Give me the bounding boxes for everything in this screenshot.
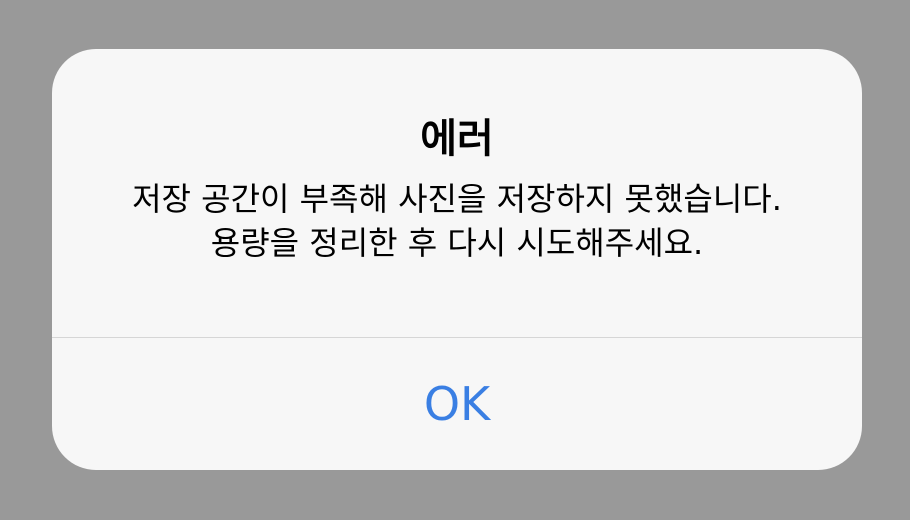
alert-body: 에러 저장 공간이 부족해 사진을 저장하지 못했습니다. 용량을 정리한 후 … xyxy=(52,49,862,337)
alert-dialog: 에러 저장 공간이 부족해 사진을 저장하지 못했습니다. 용량을 정리한 후 … xyxy=(52,49,862,470)
alert-message: 저장 공간이 부족해 사진을 저장하지 못했습니다. 용량을 정리한 후 다시 … xyxy=(132,180,782,262)
alert-title: 에러 xyxy=(420,116,494,162)
ok-button[interactable]: OK xyxy=(52,338,862,470)
